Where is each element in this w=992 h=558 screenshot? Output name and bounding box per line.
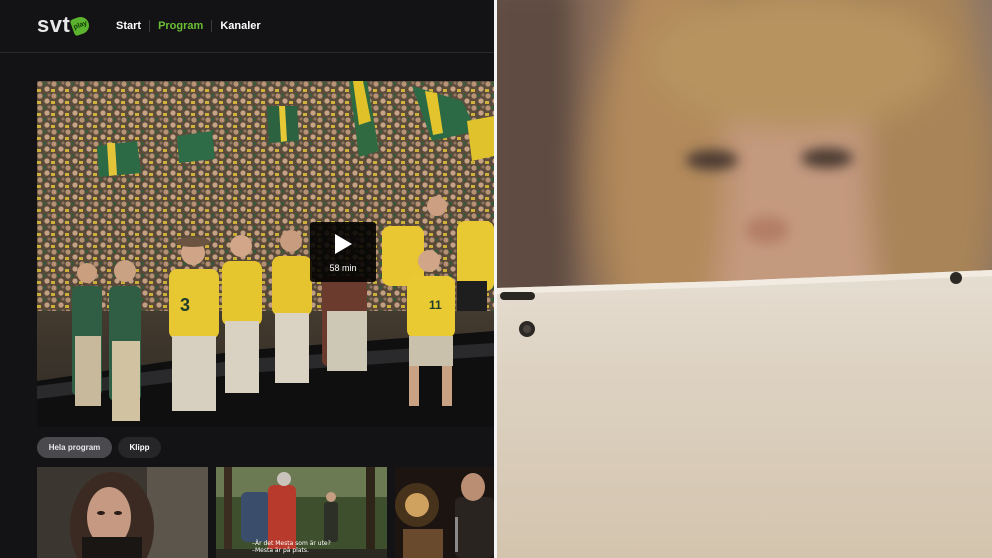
- play-badge-icon: play: [69, 14, 92, 36]
- photo-girl-behind-tablet: [497, 0, 992, 558]
- logo-text: svt: [37, 12, 71, 37]
- video-duration: 58 min: [329, 263, 357, 273]
- nav-link-program[interactable]: Program: [158, 20, 203, 32]
- play-button[interactable]: 58 min: [310, 222, 376, 282]
- tab-clips[interactable]: Klipp: [118, 437, 161, 458]
- subtitle-line: –Är det Mesta som är ute?: [252, 540, 331, 547]
- play-icon: [335, 234, 352, 254]
- video-subtitles: –Är det Mesta som är ute? –Mesta är på p…: [252, 540, 331, 554]
- svt-play-logo[interactable]: svt play: [37, 11, 92, 39]
- video-thumbnail-crowd: 3 11: [37, 81, 494, 427]
- episode-thumbnail[interactable]: [37, 467, 208, 558]
- nav-divider: [149, 20, 151, 32]
- episode-thumbnail[interactable]: –Är det Mesta som är ute? –Mesta är på p…: [216, 467, 387, 558]
- nav-link-start[interactable]: Start: [116, 20, 141, 32]
- svg-text:11: 11: [429, 298, 442, 312]
- nav-divider: [211, 20, 213, 32]
- episode-thumbnail[interactable]: [395, 467, 494, 558]
- top-navigation: svt play Start Program Kanaler: [0, 0, 494, 53]
- thumbnail-woman-portrait: [37, 467, 208, 558]
- tab-full-programs[interactable]: Hela program: [37, 437, 112, 458]
- thumbnail-musician: [395, 467, 494, 558]
- main-menu: Start Program Kanaler: [116, 20, 261, 32]
- subtitle-line: –Mesta är på plats.: [252, 547, 309, 554]
- video-player[interactable]: 3 11 58 min: [37, 81, 494, 427]
- svt-play-panel: svt play Start Program Kanaler 3 11 58 m…: [0, 0, 494, 558]
- nav-link-kanaler[interactable]: Kanaler: [220, 20, 260, 32]
- photo-panel: [497, 0, 992, 558]
- svg-text:3: 3: [180, 295, 190, 315]
